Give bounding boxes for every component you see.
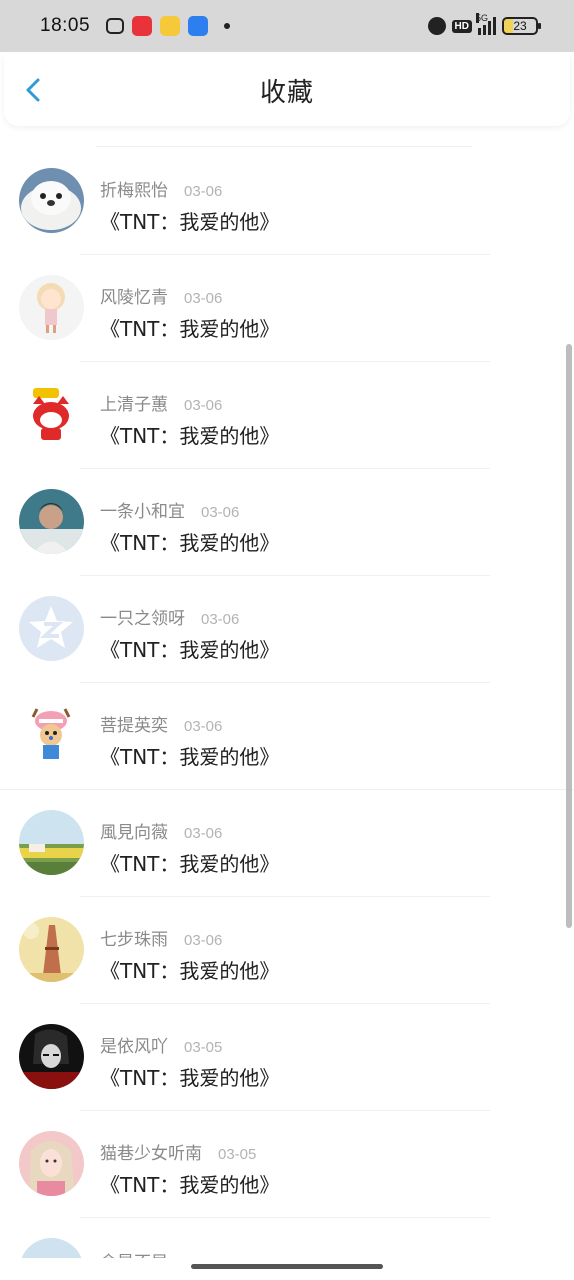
item-meta: 菩提英奕 03-06 [100, 711, 222, 736]
item-date: 03-04 [184, 1255, 222, 1258]
avatar[interactable] [19, 1024, 84, 1089]
item-meta: 是依风吖 03-05 [100, 1032, 222, 1057]
item-meta: 一条小和宜 03-06 [100, 497, 239, 522]
divider [96, 146, 472, 147]
avatar[interactable] [19, 1131, 84, 1196]
hd-badge: HD [451, 19, 472, 33]
avatar[interactable] [19, 917, 84, 982]
user-name[interactable]: 是依风吖 [100, 1032, 168, 1057]
scrollbar[interactable] [566, 344, 572, 928]
user-name[interactable]: 七步珠雨 [100, 925, 168, 950]
user-name[interactable]: 風見向薇 [100, 818, 168, 843]
item-meta: 七步珠雨 03-06 [100, 925, 222, 950]
more-notifications-dot [224, 23, 231, 29]
alarm-icon [427, 17, 446, 35]
avatar[interactable] [19, 1238, 84, 1258]
avatar[interactable] [19, 489, 84, 554]
battery-icon: 23 [502, 17, 541, 35]
favorite-title[interactable]: 《TNT：我爱的他》 [100, 420, 279, 449]
blue-app-icon [188, 16, 209, 36]
item-date: 03-06 [184, 932, 223, 949]
tv-app-icon [106, 18, 125, 34]
avatar[interactable] [19, 382, 84, 447]
list-item-partial[interactable]: 舍是不早 03-04 [0, 1218, 574, 1258]
user-name[interactable]: 风陵忆青 [100, 283, 168, 308]
item-meta: 猫巷少女听南 03-05 [100, 1139, 256, 1164]
favorites-list[interactable]: 折梅熙怡 03-06 《TNT：我爱的他》 风陵忆青 03-06 《TNT：我爱… [0, 148, 574, 1258]
list-item[interactable]: 是依风吖 03-05 《TNT：我爱的他》 [0, 1004, 574, 1111]
item-date: 03-06 [184, 183, 223, 200]
avatar[interactable] [19, 275, 84, 340]
item-meta: 舍是不早 03-04 [100, 1248, 222, 1258]
avatar[interactable] [19, 168, 84, 233]
list-item[interactable]: 折梅熙怡 03-06 《TNT：我爱的他》 [0, 148, 574, 255]
battery-level: 23 [513, 19, 527, 33]
user-name[interactable]: 上清子蕙 [100, 390, 168, 415]
cellular-signal-icon: 5G [476, 13, 496, 35]
list-item[interactable]: 一条小和宜 03-06 《TNT：我爱的他》 [0, 469, 574, 576]
favorite-title[interactable]: 《TNT：我爱的他》 [100, 1062, 279, 1091]
item-meta: 一只之领呀 03-06 [100, 604, 239, 629]
avatar[interactable] [19, 596, 84, 661]
item-date: 03-06 [201, 611, 240, 628]
list-item[interactable]: 猫巷少女听南 03-05 《TNT：我爱的他》 [0, 1111, 574, 1218]
item-date: 03-05 [184, 1039, 223, 1056]
item-date: 03-06 [184, 290, 223, 307]
avatar[interactable] [19, 810, 84, 875]
favorite-title[interactable]: 《TNT：我爱的他》 [100, 313, 279, 342]
home-indicator[interactable] [191, 1264, 383, 1269]
item-date: 03-06 [184, 718, 223, 735]
item-date: 03-05 [218, 1146, 257, 1163]
favorite-title[interactable]: 《TNT：我爱的他》 [100, 955, 279, 984]
list-item[interactable]: 上清子蕙 03-06 《TNT：我爱的他》 [0, 362, 574, 469]
user-name[interactable]: 一条小和宜 [100, 497, 185, 522]
yellow-app-icon [160, 16, 181, 36]
list-item[interactable]: 風見向薇 03-06 《TNT：我爱的他》 [0, 790, 574, 897]
list-item[interactable]: 七步珠雨 03-06 《TNT：我爱的他》 [0, 897, 574, 1004]
notification-icons [106, 16, 231, 36]
item-meta: 风陵忆青 03-06 [100, 283, 222, 308]
page-title: 收藏 [259, 77, 314, 108]
item-meta: 風見向薇 03-06 [100, 818, 222, 843]
user-name[interactable]: 舍是不早 [100, 1248, 168, 1258]
back-button[interactable] [20, 76, 48, 104]
favorite-title[interactable]: 《TNT：我爱的他》 [100, 527, 279, 556]
user-name[interactable]: 折梅熙怡 [100, 176, 168, 201]
item-meta: 上清子蕙 03-06 [100, 390, 222, 415]
favorite-title[interactable]: 《TNT：我爱的他》 [100, 741, 279, 770]
favorite-title[interactable]: 《TNT：我爱的他》 [100, 634, 279, 663]
list-item[interactable]: 菩提英奕 03-06 《TNT：我爱的他》 [0, 683, 574, 790]
list-item[interactable]: 风陵忆青 03-06 《TNT：我爱的他》 [0, 255, 574, 362]
item-meta: 折梅熙怡 03-06 [100, 176, 222, 201]
user-name[interactable]: 菩提英奕 [100, 711, 168, 736]
status-bar: 18:05 HD 5G 23 [0, 0, 574, 52]
status-right: HD 5G 23 [427, 13, 541, 35]
item-date: 03-06 [201, 504, 240, 521]
user-name[interactable]: 猫巷少女听南 [100, 1139, 202, 1164]
item-date: 03-06 [184, 825, 223, 842]
favorite-title[interactable]: 《TNT：我爱的他》 [100, 1169, 279, 1198]
red-app-icon [132, 16, 153, 36]
avatar[interactable] [19, 703, 84, 768]
chevron-left-icon [26, 78, 40, 102]
signal-label: 5G [476, 13, 489, 23]
app-header: 收藏 [4, 54, 570, 126]
list-item[interactable]: 一只之领呀 03-06 《TNT：我爱的他》 [0, 576, 574, 683]
favorite-title[interactable]: 《TNT：我爱的他》 [100, 848, 279, 877]
status-time: 18:05 [40, 15, 91, 36]
user-name[interactable]: 一只之领呀 [100, 604, 185, 629]
favorite-title[interactable]: 《TNT：我爱的他》 [100, 206, 279, 235]
item-date: 03-06 [184, 397, 223, 414]
